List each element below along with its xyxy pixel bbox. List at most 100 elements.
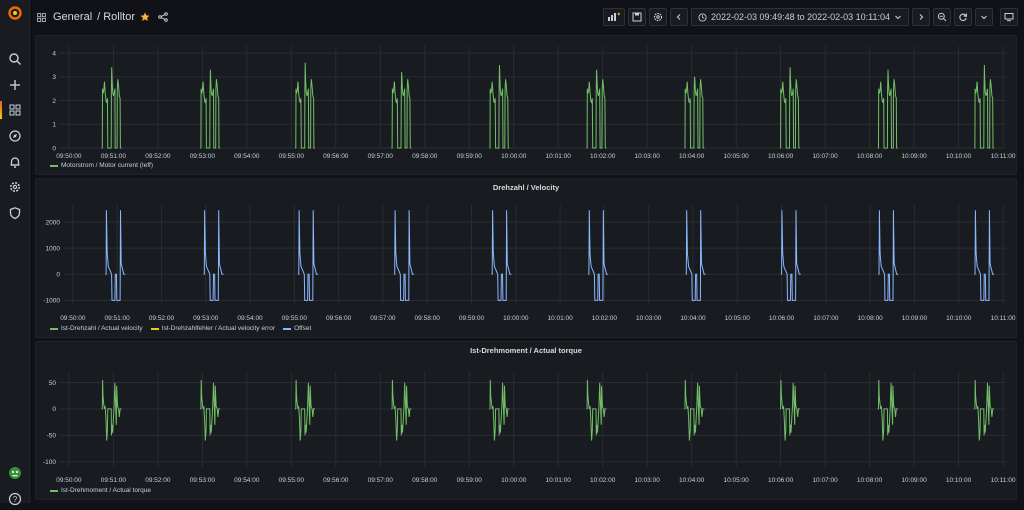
series-line <box>391 72 412 149</box>
legend-item[interactable]: Motorstrom / Motor current (Ieff) <box>50 162 153 169</box>
time-shift-back-button[interactable] <box>670 8 689 26</box>
series-line <box>779 67 800 149</box>
x-tick-label: 09:52:00 <box>149 315 175 322</box>
x-tick-label: 10:06:00 <box>769 315 795 322</box>
chevron-left-icon <box>676 14 681 20</box>
panel-motor-current[interactable]: 0 1 2 3 4 09:50:00 09:51:00 09:52:00 09:53:00 09:… <box>35 35 1017 175</box>
x-tick-label: 09:59:00 <box>457 477 483 484</box>
x-tick-label: 10:09:00 <box>902 315 928 322</box>
top-bar: General / Rolltor 2022-02-03 09:49:48 to… <box>30 0 1024 34</box>
zoom-out-button[interactable] <box>933 8 951 26</box>
tv-mode-button[interactable] <box>1000 8 1018 26</box>
legend-swatch <box>50 489 58 492</box>
star-icon[interactable] <box>140 12 150 22</box>
legend-swatch <box>283 327 292 330</box>
grafana-logo-icon[interactable] <box>0 2 30 24</box>
gear-icon[interactable] <box>0 176 30 198</box>
panel-velocity[interactable]: Drehzahl / Velocity -1000 0 1000 2000 09:50:… <box>35 178 1017 338</box>
time-range-picker[interactable]: 2022-02-03 09:49:48 to 2022-02-03 10:11:… <box>691 8 909 26</box>
x-tick-label: 09:59:00 <box>457 153 483 160</box>
breadcrumb-folder[interactable]: General <box>53 11 92 23</box>
x-tick-label: 09:59:00 <box>459 315 485 322</box>
x-tick-label: 09:53:00 <box>190 477 216 484</box>
y-tick-label: 4 <box>52 50 56 57</box>
series-line <box>295 62 315 149</box>
compass-icon[interactable] <box>0 125 30 147</box>
x-tick-label: 09:56:00 <box>323 153 349 160</box>
series-line <box>586 379 607 441</box>
series-line <box>877 379 898 441</box>
x-tick-label: 10:02:00 <box>590 153 616 160</box>
shield-icon[interactable] <box>0 202 30 224</box>
legend-label: Ist-Drehzahlfehler / Actual velocity err… <box>161 325 276 332</box>
x-tick-label: 09:54:00 <box>237 315 263 322</box>
breadcrumb: General / Rolltor <box>36 11 168 23</box>
dashboards-icon[interactable] <box>0 99 30 121</box>
x-tick-label: 10:06:00 <box>768 153 794 160</box>
x-tick-label: 10:08:00 <box>857 153 883 160</box>
x-tick-label: 10:08:00 <box>857 477 883 484</box>
panel-legend: Motorstrom / Motor current (Ieff) <box>50 162 153 169</box>
y-tick-label: 1 <box>52 122 56 129</box>
refresh-interval-dropdown[interactable] <box>975 8 993 26</box>
x-tick-label: 10:00:00 <box>503 315 529 322</box>
x-tick-label: 10:07:00 <box>812 153 838 160</box>
velocity-chart: -1000 0 1000 2000 09:50:00 09:51:00 09:52:00 09… <box>43 205 1016 322</box>
legend-swatch <box>50 327 58 330</box>
legend-item[interactable]: Offset <box>283 325 311 332</box>
legend-swatch <box>50 164 58 167</box>
series-line <box>295 379 315 441</box>
x-tick-label: 09:50:00 <box>56 153 82 160</box>
avatar-icon[interactable] <box>0 462 30 484</box>
bell-icon[interactable] <box>0 151 30 173</box>
dashboard-title[interactable]: Rolltor <box>103 11 135 23</box>
legend-label: Ist-Drehmoment / Actual torque <box>61 487 151 494</box>
series-line <box>586 69 607 149</box>
panel-torque[interactable]: Ist-Drehmoment / Actual torque -100 -50 0 5… <box>35 341 1017 500</box>
x-tick-label: 09:53:00 <box>193 315 219 322</box>
search-icon[interactable] <box>0 48 30 70</box>
panel-legend: Ist-Drehmoment / Actual torque <box>50 487 151 494</box>
share-icon[interactable] <box>158 12 168 22</box>
y-tick-label: 2000 <box>46 219 61 226</box>
legend-item[interactable]: Ist-Drehzahlfehler / Actual velocity err… <box>150 325 276 332</box>
x-tick-label: 10:00:00 <box>501 477 527 484</box>
x-tick-label: 09:52:00 <box>145 477 171 484</box>
x-tick-label: 10:04:00 <box>679 477 705 484</box>
x-tick-label: 10:05:00 <box>723 153 749 160</box>
gear-icon <box>653 12 663 22</box>
refresh-button[interactable] <box>954 8 972 26</box>
series-line <box>588 210 609 301</box>
help-icon[interactable]: ? <box>0 488 30 510</box>
side-menu: ? <box>0 0 30 506</box>
x-tick-label: 09:51:00 <box>104 315 130 322</box>
x-tick-label: 10:06:00 <box>768 477 794 484</box>
y-tick-label: 2 <box>52 98 56 105</box>
time-shift-forward-button[interactable] <box>912 8 930 26</box>
zoom-out-icon <box>937 12 947 22</box>
x-tick-label: 09:56:00 <box>326 315 352 322</box>
x-tick-label: 10:07:00 <box>813 315 839 322</box>
series-line <box>394 210 414 301</box>
x-tick-label: 10:09:00 <box>901 153 927 160</box>
series-line <box>878 210 899 301</box>
monitor-icon <box>1004 13 1014 22</box>
legend-label: Ist-Drehzahl / Actual velocity <box>61 325 143 332</box>
chevron-down-icon <box>895 15 901 20</box>
dashboard-settings-button[interactable] <box>649 8 668 26</box>
legend-item[interactable]: Ist-Drehmoment / Actual torque <box>50 487 151 494</box>
x-tick-label: 09:53:00 <box>190 153 216 160</box>
x-tick-label: 10:11:00 <box>991 153 1016 160</box>
x-tick-label: 10:08:00 <box>858 315 884 322</box>
y-tick-label: 0 <box>52 145 56 152</box>
add-panel-button[interactable] <box>603 8 626 26</box>
x-tick-label: 10:03:00 <box>635 477 661 484</box>
legend-label: Motorstrom / Motor current (Ieff) <box>61 162 153 169</box>
save-dashboard-button[interactable] <box>628 8 647 26</box>
series-line <box>974 64 995 149</box>
plus-icon[interactable] <box>0 74 30 96</box>
breadcrumb-separator: / <box>97 11 101 23</box>
y-tick-label: -1000 <box>43 298 60 305</box>
series-line <box>780 210 801 301</box>
legend-item[interactable]: Ist-Drehzahl / Actual velocity <box>50 325 143 332</box>
